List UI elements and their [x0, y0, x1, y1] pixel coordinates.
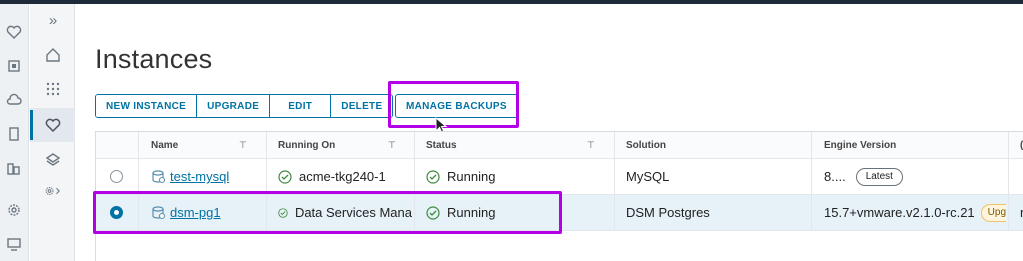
table-row[interactable]: dsm-pg1 Data Services Mana Running DSM P… [96, 195, 1023, 231]
database-icon [152, 170, 166, 184]
chip-icon[interactable] [6, 58, 22, 74]
global-nav-rail [0, 4, 29, 261]
main-content: Instances NEW INSTANCE UPGRADE EDIT DELE… [75, 4, 1023, 261]
version-badge: Latest [855, 167, 903, 186]
upgrade-button[interactable]: UPGRADE [197, 95, 271, 117]
table-header-row: Name ⊤ Running On ⊤ Status ⊤ Solution En… [96, 132, 1023, 159]
solution-value: MySQL [626, 169, 670, 184]
column-header-engine-version[interactable]: Engine Version [824, 132, 994, 158]
engine-version-value: 15.7+vmware.v2.1.0-rc.21 [824, 205, 975, 220]
action-button-group: NEW INSTANCE UPGRADE EDIT DELETE [95, 94, 394, 118]
filter-icon[interactable]: ⊤ [239, 140, 247, 151]
instance-name-link[interactable]: dsm-pg1 [170, 205, 221, 220]
heart-shield-icon[interactable] [6, 24, 22, 40]
stack-icon[interactable] [44, 150, 62, 168]
section-nav: » [30, 4, 75, 261]
table-row[interactable]: test-mysql acme-tkg240-1 Running MySQL 8… [96, 159, 1023, 195]
delete-button[interactable]: DELETE [331, 95, 393, 117]
column-header-status[interactable]: Status [426, 132, 566, 158]
column-header-solution[interactable]: Solution [626, 132, 806, 158]
column-header-name[interactable]: Name [151, 132, 241, 158]
home-icon[interactable] [44, 46, 62, 64]
page-title: Instances [95, 44, 213, 74]
active-nav-indicator [30, 110, 33, 140]
running-on-value: Data Services Mana [294, 205, 412, 220]
column-header-running-on[interactable]: Running On [278, 132, 388, 158]
settings-icon[interactable] [44, 182, 70, 200]
check-circle-icon [278, 169, 292, 184]
cloud-icon[interactable] [6, 92, 22, 108]
engine-version-value: 8.... [824, 169, 846, 184]
apps-grid-icon[interactable] [44, 80, 62, 98]
database-icon [152, 206, 166, 220]
new-instance-button[interactable]: NEW INSTANCE [96, 95, 198, 117]
check-circle-icon [278, 207, 288, 218]
check-circle-icon [426, 169, 440, 184]
instances-icon[interactable] [44, 116, 62, 134]
filter-icon[interactable]: ⊤ [388, 140, 396, 151]
gear-icon[interactable] [6, 202, 22, 218]
row-select-radio[interactable] [110, 170, 123, 183]
instance-name-link[interactable]: test-mysql [170, 169, 229, 184]
check-circle-icon [426, 205, 440, 220]
document-icon[interactable] [6, 126, 22, 142]
monitor-icon[interactable] [6, 236, 22, 252]
status-value: Running [447, 205, 496, 220]
manage-backups-button[interactable]: MANAGE BACKUPS [395, 94, 518, 118]
status-value: Running [447, 169, 496, 184]
solution-value: DSM Postgres [626, 205, 710, 220]
edit-button[interactable]: EDIT [270, 95, 332, 117]
row-select-radio[interactable] [110, 206, 123, 219]
running-on-value: acme-tkg240-1 [299, 169, 386, 184]
instances-datagrid: Name ⊤ Running On ⊤ Status ⊤ Solution En… [95, 131, 1023, 261]
expand-icon[interactable]: » [44, 12, 62, 30]
buildings-icon[interactable] [6, 160, 22, 176]
table-empty-space [96, 231, 1023, 261]
upgrade-badge[interactable]: Upgrac [980, 203, 1006, 222]
filter-icon[interactable]: ⊤ [587, 140, 595, 151]
